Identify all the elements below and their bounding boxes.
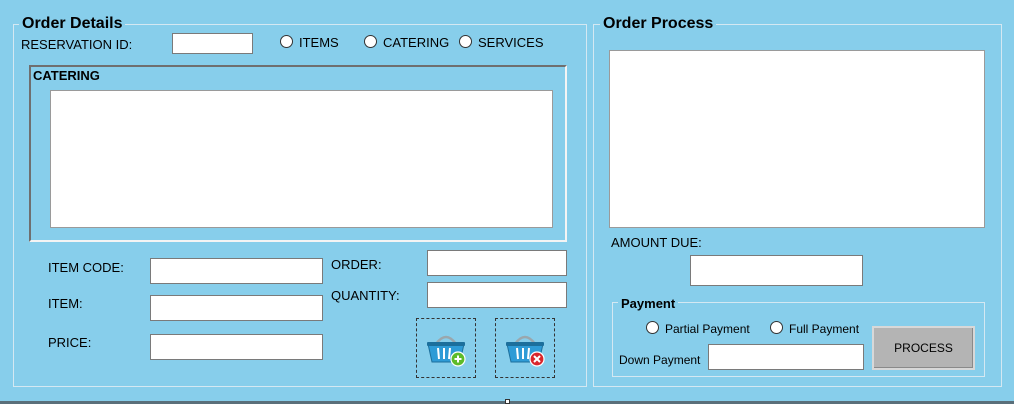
process-button[interactable]: PROCESS bbox=[872, 326, 975, 370]
remove-from-basket-button[interactable] bbox=[495, 318, 555, 378]
catering-group-title: CATERING bbox=[33, 68, 100, 83]
down-payment-label: Down Payment bbox=[619, 353, 701, 367]
amount-due-input[interactable] bbox=[690, 255, 863, 286]
item-code-label: ITEM CODE: bbox=[48, 260, 124, 275]
order-details-title: Order Details bbox=[19, 15, 126, 33]
add-to-basket-button[interactable] bbox=[416, 318, 476, 378]
order-input[interactable] bbox=[427, 250, 567, 276]
radio-catering-label[interactable]: CATERING bbox=[383, 35, 449, 50]
reservation-id-label: RESERVATION ID: bbox=[21, 37, 133, 52]
resize-handle[interactable] bbox=[505, 399, 510, 404]
partial-payment-label[interactable]: Partial Payment bbox=[665, 322, 750, 337]
basket-remove-icon bbox=[506, 335, 545, 367]
radio-services[interactable] bbox=[459, 35, 472, 48]
amount-due-label: AMOUNT DUE: bbox=[611, 235, 702, 250]
item-input[interactable] bbox=[150, 295, 323, 321]
down-payment-input[interactable] bbox=[708, 344, 864, 370]
radio-partial-payment[interactable] bbox=[646, 321, 659, 334]
quantity-input[interactable] bbox=[427, 282, 567, 308]
full-payment-label[interactable]: Full Payment bbox=[789, 322, 859, 337]
radio-services-label[interactable]: SERVICES bbox=[478, 35, 544, 50]
payment-title: Payment bbox=[618, 296, 679, 311]
reservation-id-input[interactable] bbox=[172, 33, 253, 54]
radio-full-payment[interactable] bbox=[770, 321, 783, 334]
catering-list[interactable] bbox=[50, 90, 553, 228]
quantity-label: QUANTITY: bbox=[331, 288, 400, 303]
radio-items-label[interactable]: ITEMS bbox=[299, 35, 339, 50]
order-label: ORDER: bbox=[331, 257, 382, 272]
item-code-input[interactable] bbox=[150, 258, 323, 284]
item-label: ITEM: bbox=[48, 296, 83, 311]
order-process-list[interactable] bbox=[609, 50, 985, 228]
radio-items[interactable] bbox=[280, 35, 293, 48]
order-process-title: Order Process bbox=[600, 15, 717, 33]
basket-add-icon bbox=[427, 335, 466, 367]
radio-catering[interactable] bbox=[364, 35, 377, 48]
price-input[interactable] bbox=[150, 334, 323, 360]
price-label: PRICE: bbox=[48, 335, 92, 350]
